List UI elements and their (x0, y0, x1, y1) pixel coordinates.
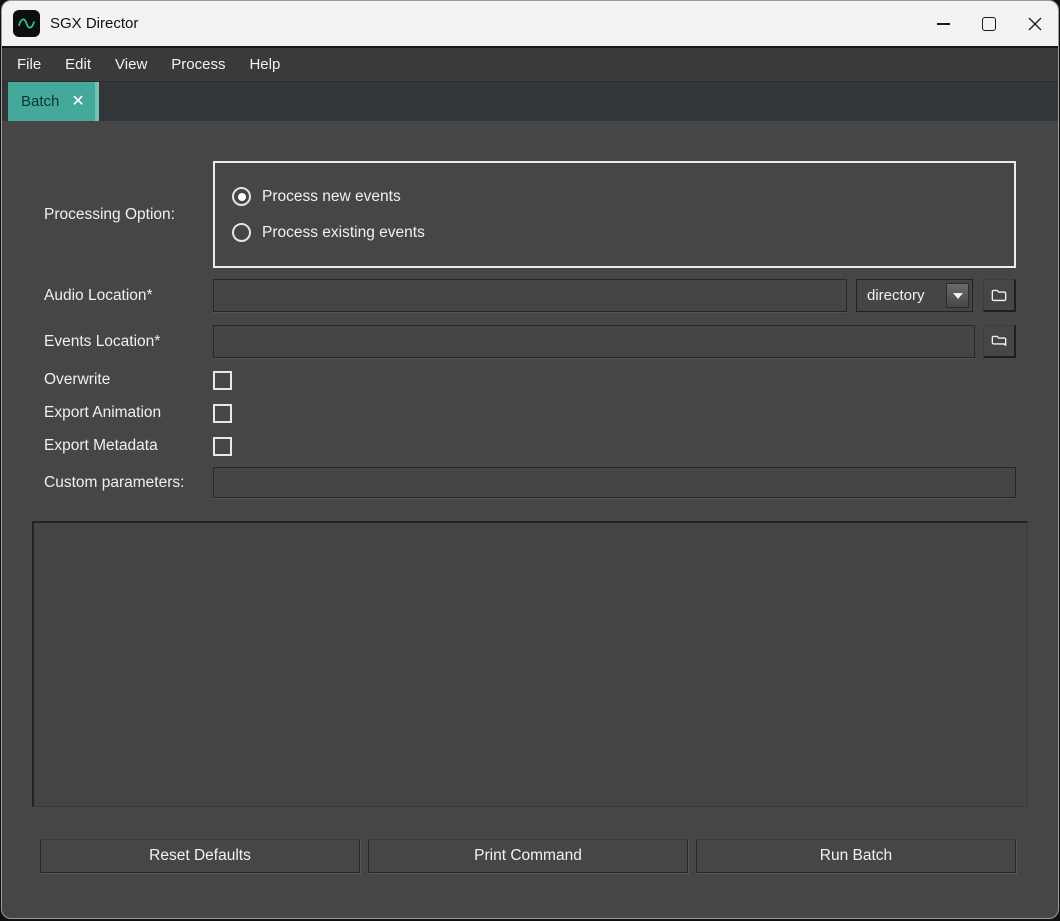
close-icon (1028, 17, 1042, 31)
combo-dropdown-button[interactable] (946, 283, 969, 308)
radio-process-new-events[interactable] (232, 187, 251, 206)
tab-batch-label: Batch (21, 93, 59, 110)
export-metadata-row: Export Metadata (44, 436, 1016, 456)
batch-panel: Processing Option: Process new events Pr… (2, 161, 1058, 873)
processing-option-row: Processing Option: Process new events Pr… (44, 161, 1016, 268)
processing-option-label: Processing Option: (44, 206, 213, 224)
radio-process-existing-events[interactable] (232, 223, 251, 242)
custom-parameters-input[interactable] (213, 467, 1016, 498)
overwrite-row: Overwrite (44, 370, 1016, 390)
custom-parameters-row: Custom parameters: (44, 467, 1016, 498)
close-button[interactable] (1012, 1, 1058, 46)
maximize-icon (982, 17, 996, 31)
run-batch-button[interactable]: Run Batch (696, 839, 1016, 873)
events-location-row: Events Location* (44, 325, 1016, 358)
reset-defaults-button[interactable]: Reset Defaults (40, 839, 360, 873)
minimize-icon (937, 23, 950, 25)
chevron-down-icon (953, 293, 963, 299)
export-animation-checkbox[interactable] (213, 404, 232, 423)
radio-row-new-events[interactable]: Process new events (232, 187, 1014, 206)
events-location-input[interactable] (213, 325, 975, 358)
titlebar: SGX Director (2, 1, 1058, 48)
menu-file[interactable]: File (5, 48, 53, 81)
events-location-label: Events Location* (44, 333, 213, 351)
export-metadata-checkbox[interactable] (213, 437, 232, 456)
radio-label-new-events: Process new events (262, 188, 401, 206)
radio-label-existing-events: Process existing events (262, 224, 425, 242)
app-logo-icon (13, 10, 40, 37)
audio-location-type-select[interactable]: directory (856, 279, 973, 312)
menu-process[interactable]: Process (159, 48, 237, 81)
folder-icon (989, 331, 1009, 351)
audio-location-label: Audio Location* (44, 287, 213, 305)
processing-option-group: Process new events Process existing even… (213, 161, 1016, 268)
tab-close-icon[interactable]: ✕ (71, 94, 84, 110)
overwrite-checkbox[interactable] (213, 371, 232, 390)
action-button-row: Reset Defaults Print Command Run Batch (40, 839, 1016, 873)
audio-location-row: Audio Location* directory (44, 279, 1016, 312)
audio-location-input[interactable] (213, 279, 847, 312)
batch-output-log[interactable] (32, 521, 1028, 807)
events-location-browse-button[interactable] (983, 325, 1016, 358)
tab-bar: Batch ✕ (2, 82, 1058, 121)
export-metadata-label: Export Metadata (44, 437, 213, 455)
menubar: File Edit View Process Help (2, 48, 1058, 82)
menu-help[interactable]: Help (237, 48, 292, 81)
folder-icon (989, 285, 1009, 305)
export-animation-row: Export Animation (44, 403, 1016, 423)
minimize-button[interactable] (920, 1, 966, 46)
maximize-button[interactable] (966, 1, 1012, 46)
custom-parameters-label: Custom parameters: (44, 474, 213, 492)
print-command-button[interactable]: Print Command (368, 839, 688, 873)
export-animation-label: Export Animation (44, 404, 213, 422)
menu-view[interactable]: View (103, 48, 159, 81)
window-title: SGX Director (50, 15, 138, 32)
audio-location-type-value: directory (857, 287, 925, 304)
app-window: SGX Director File Edit View Process Help… (1, 0, 1059, 919)
audio-location-browse-button[interactable] (983, 279, 1016, 312)
tab-batch[interactable]: Batch ✕ (8, 82, 99, 121)
radio-row-existing-events[interactable]: Process existing events (232, 223, 1014, 242)
overwrite-label: Overwrite (44, 371, 213, 389)
menu-edit[interactable]: Edit (53, 48, 103, 81)
